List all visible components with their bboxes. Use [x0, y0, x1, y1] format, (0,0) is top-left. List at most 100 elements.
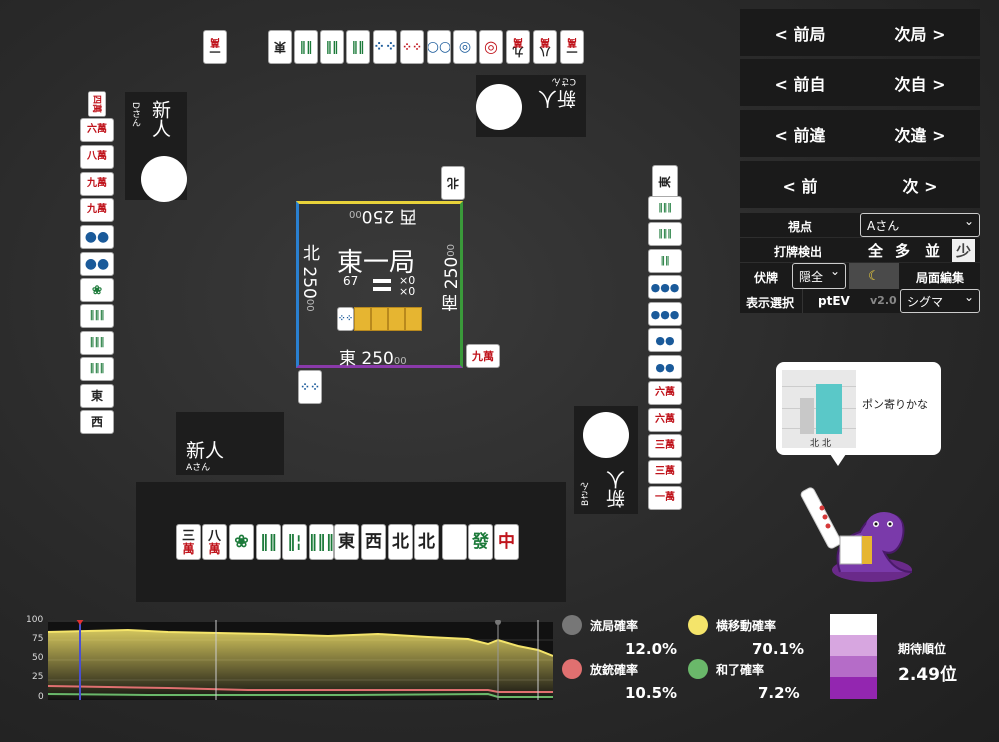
- nav-mistake-row: < 前違 次違 >: [740, 110, 980, 157]
- ryukyoku-label: 流局確率: [590, 619, 639, 633]
- hand-tile[interactable]: [442, 524, 467, 560]
- tiles-remaining: 67: [343, 274, 359, 288]
- west-discard-tile: 九萬: [80, 172, 114, 196]
- hand-tile[interactable]: 發: [468, 524, 493, 560]
- north-discard-tile: ○○: [427, 30, 451, 64]
- east-discard-tile: 六萬: [648, 408, 682, 432]
- west-discard-tile: 八萬: [80, 145, 114, 169]
- hand-tile[interactable]: ‖¦: [282, 524, 307, 560]
- nav-round-row: < 前局 次局 >: [740, 9, 980, 56]
- discard-mode-normal[interactable]: 並: [925, 240, 940, 261]
- hand-tile[interactable]: ❀: [229, 524, 254, 560]
- advice-bubble: 北 北 ポン寄りかな: [776, 362, 941, 466]
- yokoido-label: 横移動確率: [716, 619, 777, 633]
- east-called-tile: 九萬: [466, 344, 500, 368]
- west-discard-tile: 西: [80, 410, 114, 434]
- next-button[interactable]: 次 >: [860, 173, 980, 197]
- west-discard-tile: ‖‖‖: [80, 304, 114, 328]
- probability-plot: [48, 620, 553, 700]
- west-discard-tile: ●●: [80, 225, 114, 249]
- expected-rank-value: 2.49位: [898, 665, 957, 685]
- west-discard-tile: ●●: [80, 252, 114, 276]
- prev-self-button[interactable]: < 前自: [740, 71, 860, 95]
- player-sub: Cさん: [551, 76, 576, 86]
- board-edit-button[interactable]: 局面編集: [916, 269, 964, 286]
- bubble-bar-teal: [816, 384, 842, 434]
- prev-button[interactable]: < 前: [740, 173, 860, 197]
- discard-detect-row: 打牌検出 全 多 並 少: [740, 238, 980, 262]
- bubble-chart: 北 北: [782, 370, 856, 449]
- player-sub: Dさん: [130, 102, 140, 127]
- hora-value: 7.2%: [758, 684, 800, 702]
- hand-tile[interactable]: 三萬: [176, 524, 201, 560]
- score-west: 北 25000: [299, 244, 319, 312]
- north-discard-riichi-tile: 一萬: [203, 30, 227, 64]
- hand-tile[interactable]: ‖‖‖: [309, 524, 334, 560]
- east-discard-tile: 一萬: [648, 486, 682, 510]
- hand-tile[interactable]: 八萬: [202, 524, 227, 560]
- y-tick: 100: [26, 615, 44, 625]
- west-discard-tile: 六萬: [80, 118, 114, 142]
- player-avatar: [583, 412, 629, 458]
- viewpoint-select[interactable]: Aさん: [860, 213, 980, 237]
- dora-hidden: [354, 307, 371, 331]
- hidden-select[interactable]: 隠全: [792, 263, 846, 289]
- nav-step-row: < 前 次 >: [740, 161, 980, 208]
- houju-value: 10.5%: [625, 684, 678, 702]
- houju-label: 放銃確率: [590, 663, 639, 677]
- east-discard-tile: ‖‖: [648, 249, 682, 273]
- discard-mode-all[interactable]: 全: [868, 240, 883, 261]
- west-discard-tile: ❀: [80, 278, 114, 302]
- prev-round-button[interactable]: < 前局: [740, 21, 860, 45]
- mascot-snake-icon: [800, 487, 913, 582]
- player-name: 新人: [606, 470, 628, 508]
- west-discard-tile: ‖‖‖: [80, 357, 114, 381]
- east-discard-tile: ●●●: [648, 275, 682, 299]
- east-player-box: 新人 Bさん: [574, 406, 638, 514]
- north-discard-tile: ◎: [453, 30, 477, 64]
- east-discard-tile: 三萬: [648, 434, 682, 458]
- bubble-bar-label: 北: [822, 439, 832, 449]
- west-player-box: 新人 Dさん: [125, 92, 187, 202]
- y-tick: 0: [38, 692, 44, 702]
- north-discard-tile: 東: [268, 30, 292, 64]
- south-player-box: 新人 Aさん: [176, 412, 284, 475]
- south-first-discard: ⁘⁘: [298, 370, 322, 404]
- next-round-button[interactable]: 次局 >: [860, 21, 980, 45]
- hand-tile[interactable]: 西: [361, 524, 386, 560]
- dora-hidden: [405, 307, 422, 331]
- next-mistake-button[interactable]: 次違 >: [860, 122, 980, 146]
- ai-model-select[interactable]: シグマ: [900, 289, 980, 313]
- discard-mode-few[interactable]: 少: [952, 239, 976, 262]
- west-discard-tile: 九萬: [80, 198, 114, 222]
- probability-chart: 100 75 50 25 0: [8, 612, 553, 704]
- score-south: 東 25000: [339, 349, 407, 369]
- north-discard-tile: ⁘⁘: [400, 30, 424, 64]
- east-discard-tile: 六萬: [648, 381, 682, 405]
- prev-mistake-button[interactable]: < 前違: [740, 122, 860, 146]
- hand-tile[interactable]: 北: [414, 524, 439, 560]
- hand-tile[interactable]: 北: [388, 524, 413, 560]
- hand-tile[interactable]: 中: [494, 524, 519, 560]
- moon-icon[interactable]: ☾: [849, 263, 899, 289]
- player-name: 新人: [186, 440, 225, 462]
- discard-mode-many[interactable]: 多: [895, 240, 910, 261]
- north-discard-tile: 九萬: [506, 30, 530, 64]
- player-name: 新人: [537, 87, 576, 109]
- next-self-button[interactable]: 次自 >: [860, 71, 980, 95]
- north-discard-tile: 一萬: [560, 30, 584, 64]
- north-player-box: 新人 Cさん: [476, 75, 586, 137]
- hand-tile[interactable]: ‖‖: [256, 524, 281, 560]
- hora-label: 和了確率: [716, 663, 765, 677]
- viewpoint-label: 視点: [788, 220, 813, 234]
- hand-tile[interactable]: 東: [334, 524, 359, 560]
- riichi-stick-icon: [373, 287, 391, 291]
- score-east: 南 25000: [442, 244, 462, 312]
- dora-hidden: [371, 307, 388, 331]
- ryukyoku-legend-icon: [562, 615, 582, 635]
- score-north: 西 25000: [349, 206, 417, 226]
- north-discard-tile: ‖‖: [320, 30, 344, 64]
- north-discard-tile: 八萬: [533, 30, 557, 64]
- display-select-cell: [802, 289, 861, 313]
- dora-hidden: [388, 307, 405, 331]
